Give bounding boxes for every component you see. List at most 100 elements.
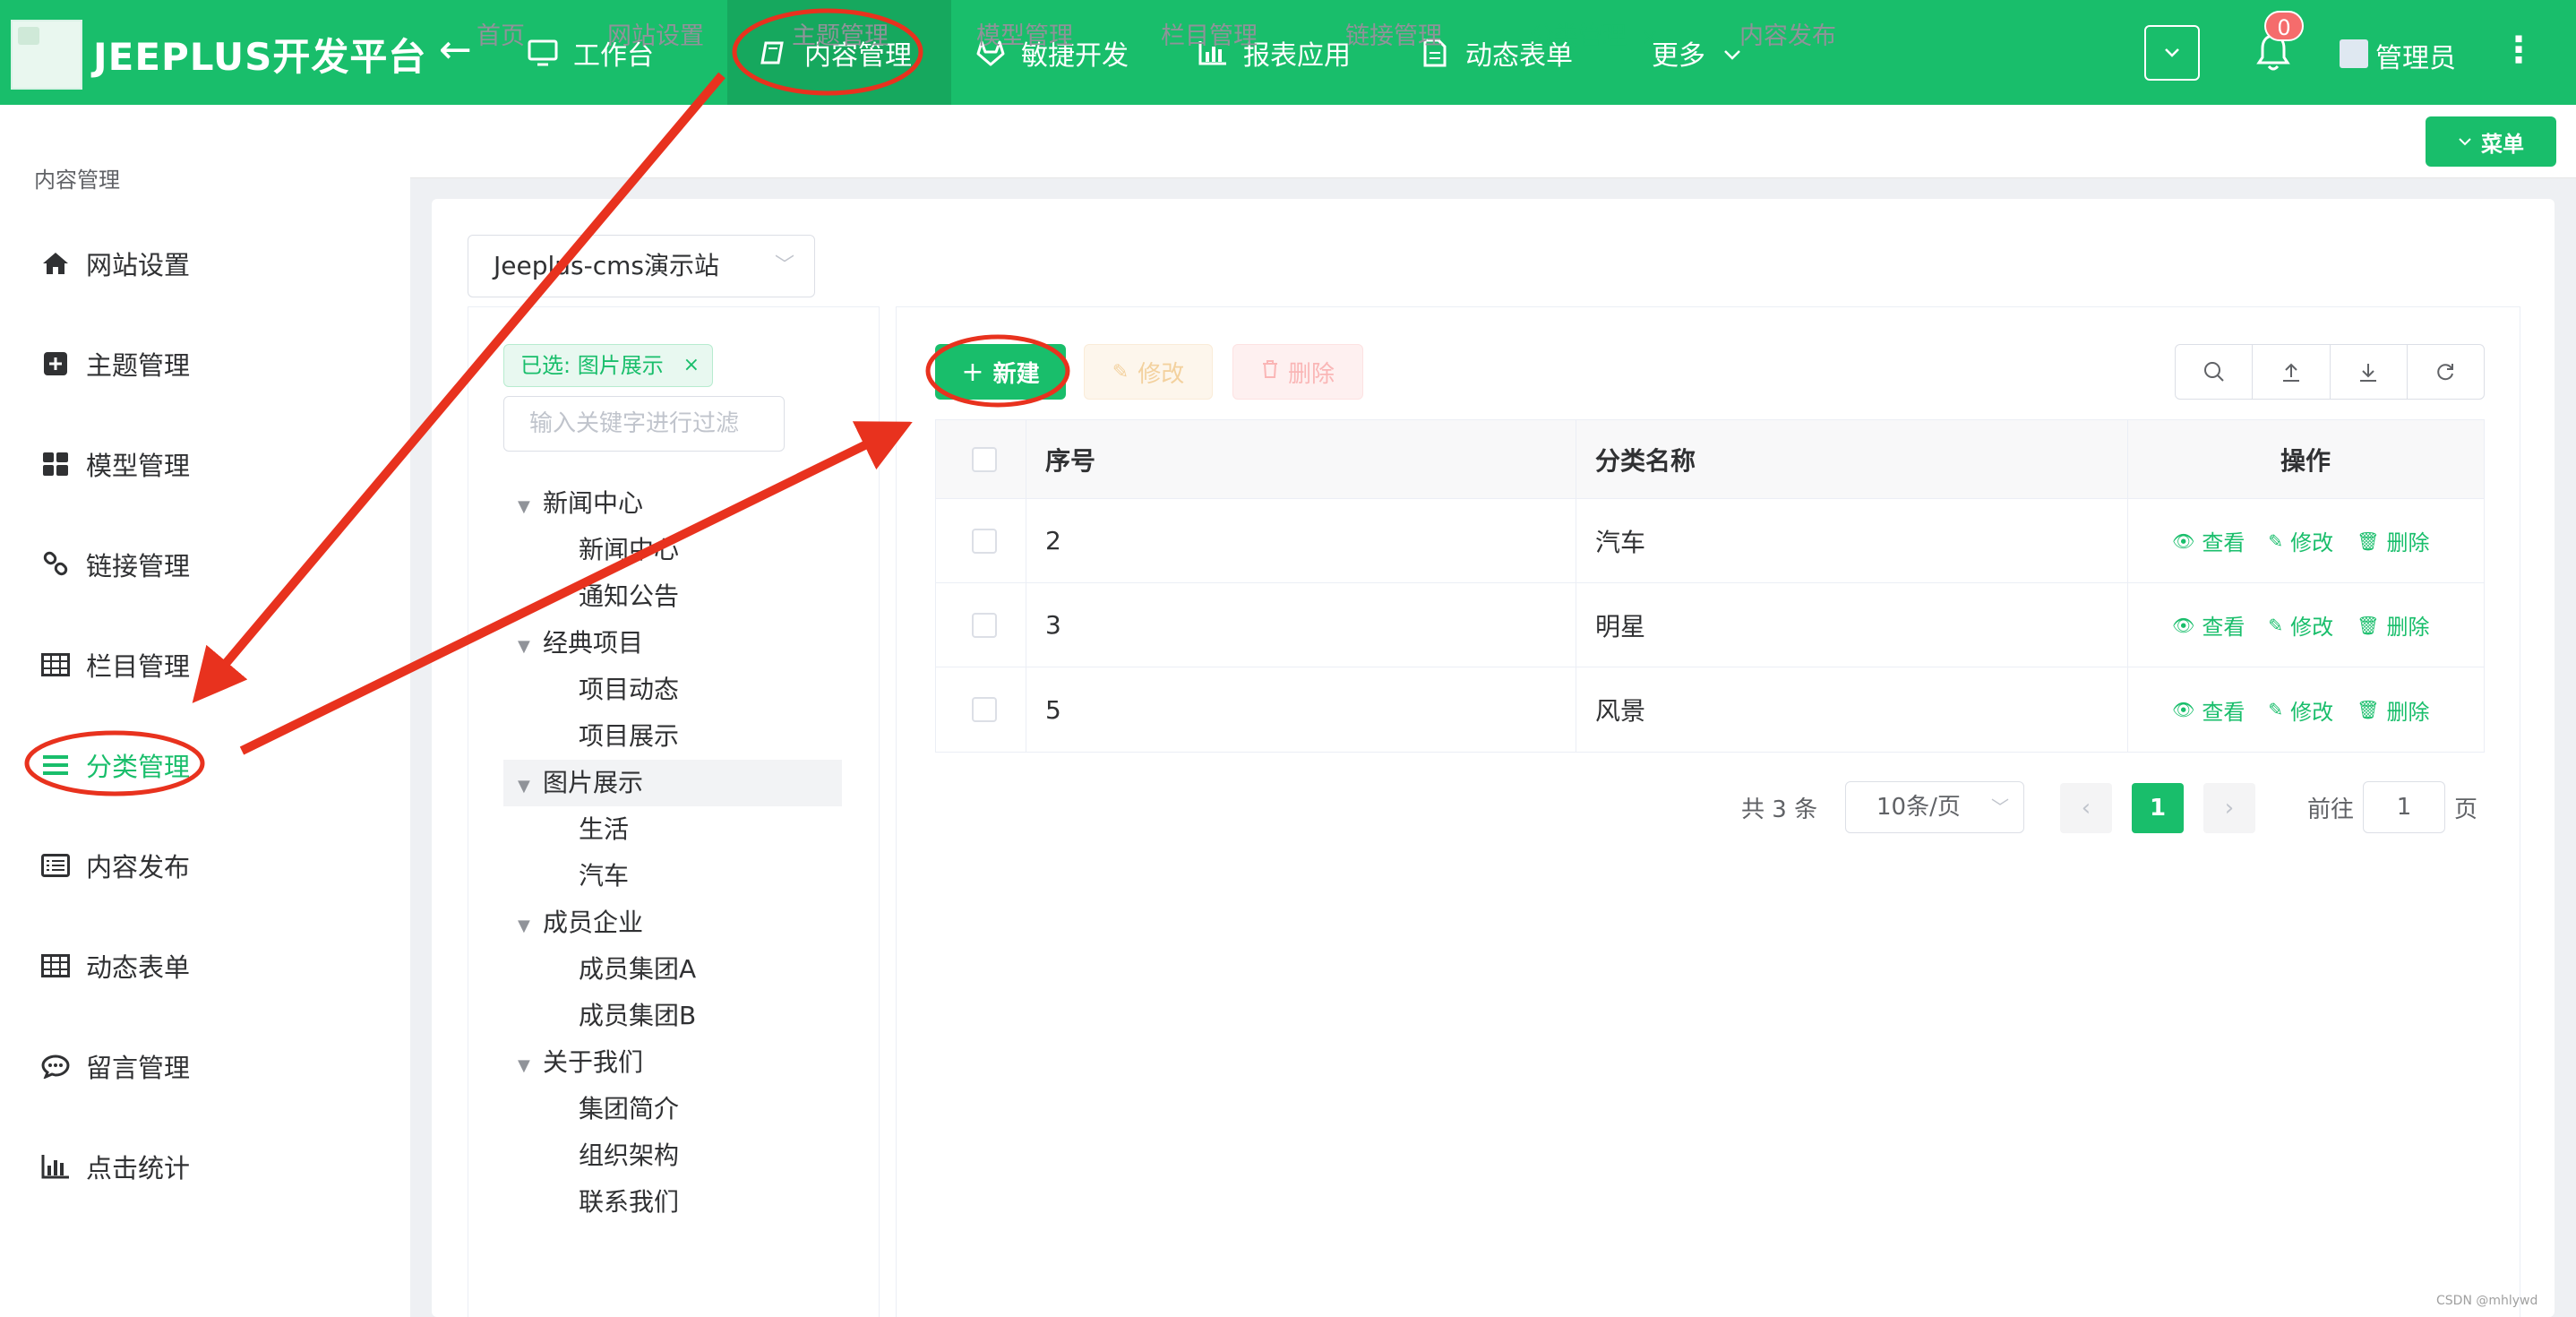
new-button[interactable]: + 新建 [935,344,1066,400]
edit-link[interactable]: ✎ 修改 [2268,694,2333,726]
caret-down-icon[interactable]: ▼ [518,904,543,949]
view-link[interactable]: 👁 查看 [2172,525,2245,556]
selected-chip: 已选: 图片展示 × [503,344,713,387]
current-page-button[interactable]: 1 [2132,783,2184,833]
caret-down-icon[interactable]: ▼ [518,485,543,529]
delete-button[interactable]: 删除 [1232,344,1363,400]
tree-node[interactable]: 通知公告 [579,574,679,619]
sidebar-item-label: 动态表单 [86,952,191,983]
close-icon[interactable]: × [1641,24,1659,49]
tree-node[interactable]: ▼ 成员企业 [518,900,643,945]
tree-node[interactable]: ▼ 新闻中心 [518,481,643,526]
download-icon[interactable] [2331,345,2408,399]
tree-node-selected[interactable]: ▼ 图片展示 [518,761,643,805]
tree-node[interactable]: ▼ 经典项目 [518,621,643,666]
trash-icon: 🗑 [2357,529,2380,552]
view-label: 查看 [2202,699,2245,725]
edit-label: 修改 [2290,615,2334,640]
tab-theme-management[interactable]: 主题管理 [792,0,889,73]
delete-label: 删除 [2386,699,2430,725]
menu-button[interactable]: 菜单 [2426,116,2556,167]
sidebar-item-click-stats[interactable]: 点击统计 [39,1140,190,1193]
page-unit-label: 页 [2454,796,2478,823]
page-size-select[interactable]: 10条/页 ﹀ [1845,781,2024,833]
delete-link[interactable]: 🗑 删除 [2357,525,2429,556]
sidebar-item-column-management[interactable]: 栏目管理 [39,638,190,692]
tab-website-settings[interactable]: 网站设置 [607,0,704,73]
menu-button-label: 菜单 [2481,131,2524,157]
notification-badge: 0 [2264,11,2304,41]
edit-label: 修改 [2290,699,2334,725]
tree-node[interactable]: 汽车 [579,854,629,899]
tree-node[interactable]: 项目动态 [579,667,679,712]
tree-node[interactable]: 成员集团B [579,994,696,1038]
sidebar-item-content-publish[interactable]: 内容发布 [39,839,190,892]
tree-node[interactable]: 组织架构 [579,1133,679,1178]
tab-column-management[interactable]: 栏目管理 [1161,0,1258,73]
row-checkbox[interactable] [972,499,997,582]
tree-node[interactable]: 集团简介 [579,1087,679,1132]
sidebar-item-dynamic-form[interactable]: 动态表单 [39,939,190,993]
view-label: 查看 [2202,615,2245,640]
edit-icon: ✎ [2268,699,2284,720]
caret-down-icon[interactable]: ▼ [518,624,543,669]
sidebar-item-link-management[interactable]: 链接管理 [39,538,190,591]
tree-node[interactable]: 项目展示 [579,714,679,759]
chevron-down-icon [2165,48,2179,57]
goto-page-input[interactable] [2363,781,2445,833]
cell-name: 汽车 [1595,527,1646,557]
prev-page-button[interactable]: ‹ [2060,783,2112,833]
tree-node-label: 新闻中心 [543,488,644,518]
back-arrow-icon[interactable]: ← [439,27,472,73]
sidebar-item-website-settings[interactable]: 网站设置 [39,237,190,290]
sidebar-item-theme-management[interactable]: 主题管理 [39,337,190,391]
tree-node[interactable]: 联系我们 [579,1180,679,1225]
tab-content-publish[interactable]: 内容发布 [1739,0,1836,73]
cell-name: 风景 [1595,696,1646,726]
chevron-down-icon [1723,37,1741,68]
next-page-button[interactable]: › [2203,783,2255,833]
edit-button[interactable]: ✎ 修改 [1084,344,1213,400]
tab-category-management[interactable]: 分类管理 × [1494,0,1693,73]
user-name[interactable]: 管理员 [2375,36,2456,75]
site-select[interactable]: Jeeplus-cms演示站 ﹀ [468,235,815,297]
tree-node[interactable]: 新闻中心 [579,528,679,572]
sidebar-item-model-management[interactable]: 模型管理 [39,437,190,491]
edit-link[interactable]: ✎ 修改 [2268,525,2333,556]
close-icon[interactable]: × [683,345,700,386]
delete-button-label: 删除 [1287,360,1335,388]
tab-bar [410,105,2576,178]
tree-node[interactable]: 生活 [579,807,629,852]
avatar[interactable] [2340,39,2368,68]
refresh-icon[interactable] [2408,345,2484,399]
row-checkbox[interactable] [972,583,997,667]
row-checkbox[interactable] [972,667,997,752]
sidebar-item-message-management[interactable]: 留言管理 [39,1039,190,1093]
select-all-checkbox[interactable] [972,420,997,498]
table-tools [2175,344,2485,400]
sidebar-item-category-management[interactable]: 分类管理 [39,738,190,792]
upload-icon[interactable] [2253,345,2331,399]
dropdown-toggle-button[interactable] [2144,25,2200,81]
edit-label: 修改 [2290,530,2334,555]
delete-link[interactable]: 🗑 删除 [2357,694,2429,726]
tab-link-management[interactable]: 链接管理 [1345,0,1442,73]
tab-home[interactable]: 首页 [477,0,525,73]
caret-down-icon[interactable]: ▼ [518,1044,543,1089]
tab-model-management[interactable]: 模型管理 [976,0,1073,73]
delete-link[interactable]: 🗑 删除 [2357,609,2429,641]
tree-node[interactable]: 成员集团A [579,947,696,992]
kebab-menu-icon[interactable]: ⋮ [2501,32,2537,68]
sidebar-item-label: 内容发布 [86,852,191,882]
tree-filter-input[interactable] [503,396,785,452]
eye-icon: 👁 [2172,614,2195,636]
edit-link[interactable]: ✎ 修改 [2268,609,2333,641]
caret-down-icon[interactable]: ▼ [518,764,543,809]
edit-icon: ✎ [1112,360,1129,383]
view-link[interactable]: 👁 查看 [2172,694,2245,726]
search-icon[interactable] [2176,345,2254,399]
trash-icon: 🗑 [2357,699,2380,720]
tree-node-label: 项目动态 [579,675,680,704]
tree-node[interactable]: ▼ 关于我们 [518,1040,643,1085]
view-link[interactable]: 👁 查看 [2172,609,2245,641]
